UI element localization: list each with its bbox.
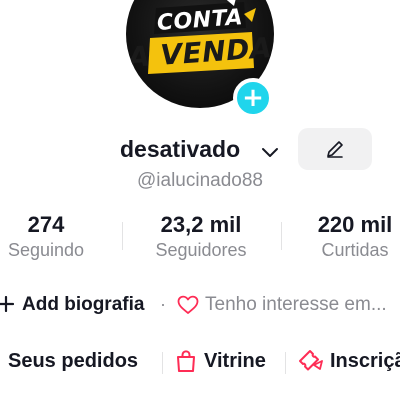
stat-value: 23,2 mil <box>160 212 242 237</box>
add-photo-button[interactable]: + <box>233 78 273 118</box>
separator-dot: · <box>160 294 166 314</box>
edit-profile-button[interactable] <box>298 128 372 170</box>
stat-value: 220 mil <box>317 212 393 237</box>
shopping-bag-icon <box>177 350 195 372</box>
username-row: desativado <box>0 128 400 170</box>
stats-row: 274 Seguindo 23,2 mil Seguidores 220 mil… <box>0 212 400 264</box>
divider <box>281 222 282 250</box>
stat-label: Seguindo <box>7 240 85 260</box>
pencil-icon <box>327 141 343 158</box>
shortcuts-row: Seus pedidos Vitrine Inscrição <box>0 348 400 378</box>
showcase-button[interactable]: Vitrine <box>204 350 266 373</box>
ticket-icon <box>299 350 323 371</box>
chevron-down-icon[interactable] <box>260 142 280 162</box>
heart-icon <box>177 295 199 314</box>
bio-row: Add biografia · Tenho interesse em... <box>0 292 400 322</box>
orders-button[interactable]: Seus pedidos <box>8 350 138 373</box>
interests-button[interactable]: Tenho interesse em... <box>205 294 387 316</box>
stat-likes[interactable]: 220 mil Curtidas <box>300 212 400 262</box>
username[interactable]: desativado <box>120 136 240 163</box>
plus-icon <box>0 296 14 312</box>
stat-following[interactable]: 274 Seguindo <box>0 212 96 262</box>
stat-followers[interactable]: 23,2 mil Seguidores <box>141 212 261 262</box>
stat-label: Seguidores <box>155 240 247 260</box>
profile-handle: @ialucinado88 <box>0 170 400 192</box>
stat-value: 274 <box>27 212 65 237</box>
divider <box>285 352 286 374</box>
add-bio-button[interactable]: Add biografia <box>22 294 144 316</box>
plus-icon: + <box>242 83 264 113</box>
divider <box>162 352 163 374</box>
divider <box>122 222 123 250</box>
stat-label: Curtidas <box>321 240 389 260</box>
subscription-button[interactable]: Inscrição <box>330 350 400 373</box>
handle-text: @ialucinado88 <box>137 170 263 191</box>
